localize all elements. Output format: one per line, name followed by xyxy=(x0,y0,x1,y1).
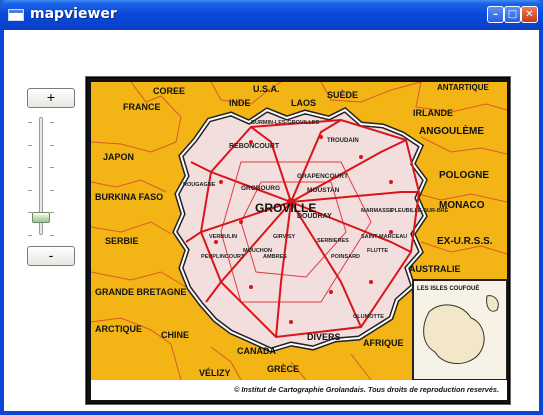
maximize-icon: □ xyxy=(507,9,518,20)
town-label: SAINT-MARCEAU xyxy=(361,234,407,240)
region-label: GRANDE BRETAGNE xyxy=(95,287,186,297)
town-label: GRAPENCOURT xyxy=(297,173,348,180)
region-label: AUSTRALIE xyxy=(409,264,461,274)
town-label: GIRVISY xyxy=(273,234,296,240)
app-window: mapviewer – □ ✕ + - COREE U.S.A. INDE LA… xyxy=(0,0,543,415)
town-label: TROUDAIN xyxy=(327,138,359,144)
region-label: SUÈDE xyxy=(327,90,358,100)
region-label: AFRIQUE xyxy=(363,338,404,348)
slider-tick xyxy=(50,144,54,146)
minimize-icon: – xyxy=(493,9,498,20)
region-label: POLOGNE xyxy=(439,170,489,181)
region-label: U.S.A. xyxy=(253,84,280,94)
slider-tick xyxy=(50,212,54,213)
town-label: FLUTTE xyxy=(367,248,388,254)
region-label: EX-U.R.S.S. xyxy=(437,236,493,247)
region-label: INDE xyxy=(229,98,251,108)
map-caption-bar: © Institut de Cartographie Grolandais. T… xyxy=(91,380,507,400)
map-image[interactable]: COREE U.S.A. INDE LAOS SUÈDE ANTARTIQUE … xyxy=(91,82,507,380)
region-label: IRLANDE xyxy=(413,108,453,118)
slider-tick xyxy=(50,189,54,191)
region-label: GRÈCE xyxy=(267,364,299,374)
map-frame: COREE U.S.A. INDE LAOS SUÈDE ANTARTIQUE … xyxy=(86,77,510,404)
region-label: COREE xyxy=(153,86,185,96)
minimize-button[interactable]: – xyxy=(487,6,504,23)
town-label: OLUMOTTE xyxy=(353,314,384,320)
region-label: DIVERS xyxy=(307,332,341,342)
town-label: PEUPLINCOURT xyxy=(201,254,245,260)
map-view[interactable]: COREE U.S.A. INDE LAOS SUÈDE ANTARTIQUE … xyxy=(91,82,507,380)
inset-label: LES ISLES COUFOUÉ xyxy=(417,284,479,292)
town-label: PLEUBILLE-SUR-BRE xyxy=(391,208,449,214)
town-label: BURMIN-LES-GROVILLES xyxy=(251,120,319,126)
town-label: VERBULIN xyxy=(209,234,237,240)
town-label: REBONCOURT xyxy=(229,143,280,150)
zoom-in-button[interactable]: + xyxy=(27,88,75,108)
close-icon: ✕ xyxy=(525,9,534,20)
window-icon xyxy=(8,9,24,21)
town-label: MOUSTAN xyxy=(307,187,340,194)
zoom-slider-thumb[interactable] xyxy=(32,212,50,224)
region-label: CANADA xyxy=(237,346,276,356)
slider-tick xyxy=(28,189,32,191)
region-label: ARCTIQUE xyxy=(95,324,142,334)
map-caption: © Institut de Cartographie Grolandais. T… xyxy=(233,385,499,394)
slider-tick xyxy=(50,234,54,236)
slider-tick xyxy=(50,167,54,168)
region-label: CHINE xyxy=(161,330,189,340)
window-frame-bottom xyxy=(0,411,543,415)
window-title: mapviewer xyxy=(30,6,117,22)
maximize-button[interactable]: □ xyxy=(504,6,521,23)
slider-tick xyxy=(28,234,32,236)
center-label: GROVILLE xyxy=(255,201,316,215)
slider-tick xyxy=(28,122,32,123)
zoom-out-button[interactable]: - xyxy=(27,246,75,266)
region-label: FRANCE xyxy=(123,102,161,112)
town-label: SERBIERES xyxy=(317,238,349,244)
close-button[interactable]: ✕ xyxy=(521,6,538,23)
slider-tick xyxy=(28,144,32,146)
region-label: VÉLIZY xyxy=(199,368,231,378)
region-label: BURKINA FASO xyxy=(95,192,163,202)
town-label: GROBOURG xyxy=(241,185,280,192)
region-label: ANGOULÈME xyxy=(419,124,484,137)
title-bar[interactable]: mapviewer – □ ✕ xyxy=(0,0,543,30)
town-label: POINSARD xyxy=(331,254,360,260)
town-label: MARMASSE xyxy=(361,208,393,214)
region-label: LAOS xyxy=(291,98,316,108)
region-label: SERBIE xyxy=(105,236,139,246)
town-label: AMBRES xyxy=(263,254,287,260)
region-label: ANTARTIQUE xyxy=(437,83,490,92)
town-label: ROUGAGNE xyxy=(183,182,216,188)
slider-tick xyxy=(50,122,54,123)
slider-tick xyxy=(28,167,32,168)
region-label: JAPON xyxy=(103,152,134,162)
